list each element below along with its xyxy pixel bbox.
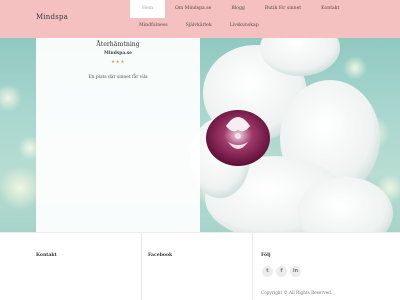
hero-banner: Återhämtning Mindspa.se ★★★ En plats där… — [0, 38, 400, 232]
footer-contact-column: Kontakt — [30, 233, 134, 300]
main-nav: Hem Om Mindspa.se Blogg Butik för sinnet… — [130, 0, 349, 18]
hero-tagline: En plats där sinnet får vila — [88, 75, 148, 80]
nav-item-kontakt[interactable]: Kontakt — [311, 0, 349, 18]
site-footer: Kontakt Facebook Följ t f in Copyright ©… — [0, 232, 400, 300]
nav-item-sjalvkarlek[interactable]: Självkärlek — [177, 18, 221, 34]
nav-item-mindfulness[interactable]: Mindfulness — [130, 18, 177, 34]
copyright-text: Copyright © All Rights Reserved. — [261, 290, 333, 295]
facebook-icon[interactable]: f — [276, 266, 287, 277]
footer-facebook-column: Facebook — [141, 233, 245, 300]
footer-contact-heading: Kontakt — [36, 253, 57, 258]
social-links: t f in — [262, 266, 301, 277]
nav-item-hem[interactable]: Hem — [130, 0, 166, 18]
site-header: Mindspa Hem Om Mindspa.se Blogg Butik fö… — [0, 0, 400, 38]
footer-follow-column: Följ t f in Copyright © All Rights Reser… — [252, 233, 382, 300]
site-logo[interactable]: Mindspa — [36, 13, 68, 21]
hero-title: Återhämtning — [96, 41, 140, 48]
footer-facebook-heading: Facebook — [148, 253, 173, 258]
nav-item-om-mindspa[interactable]: Om Mindspa.se — [165, 0, 221, 18]
hero-text-panel: Återhämtning Mindspa.se ★★★ En plats där… — [36, 38, 200, 232]
decorative-stars: ★★★ — [111, 60, 125, 65]
nav-item-butik[interactable]: Butik för sinnet — [255, 0, 311, 18]
footer-follow-heading: Följ — [261, 253, 271, 258]
linkedin-icon[interactable]: in — [290, 266, 301, 277]
nav-item-blogg[interactable]: Blogg — [221, 0, 255, 18]
nav-item-livskunskap[interactable]: Livskunskap — [221, 18, 268, 34]
hero-subtitle: Mindspa.se — [104, 51, 132, 56]
secondary-nav: Mindfulness Självkärlek Livskunskap — [130, 18, 268, 34]
twitter-icon[interactable]: t — [262, 266, 273, 277]
